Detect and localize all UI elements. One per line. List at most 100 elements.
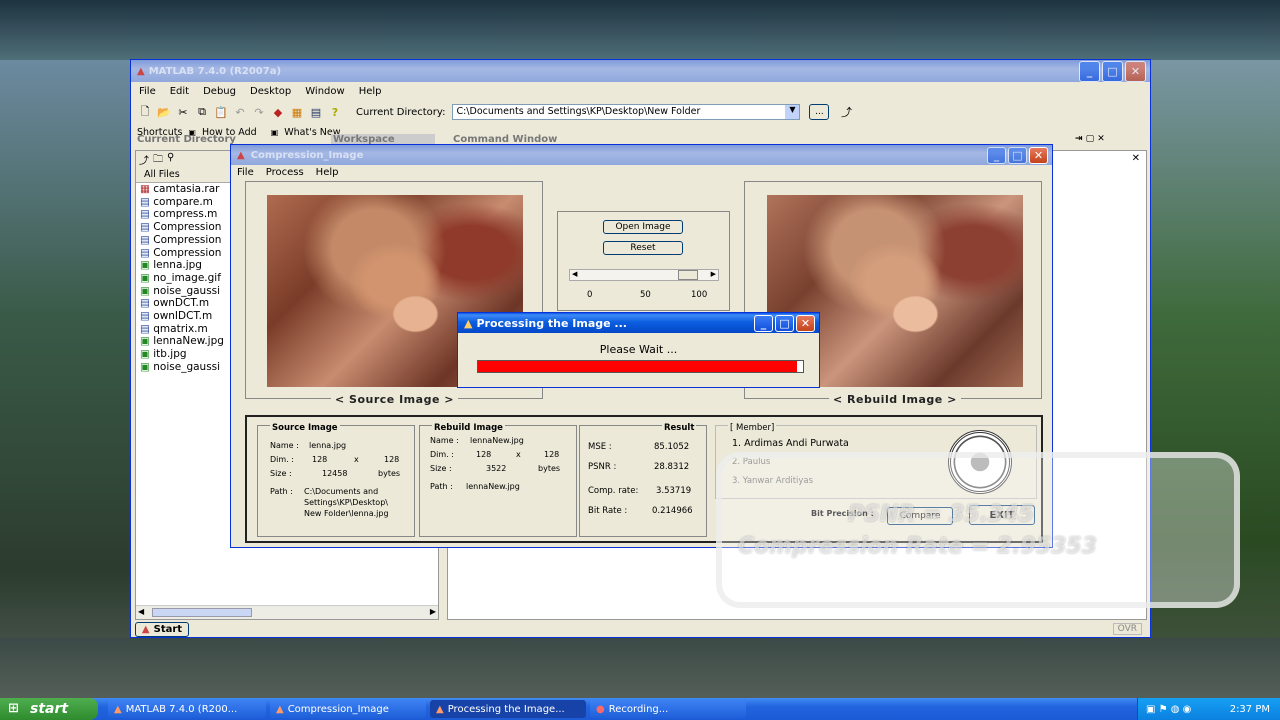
rebuild-size-label: Size : [430, 464, 452, 473]
menu-debug[interactable]: Debug [203, 86, 236, 97]
browse-button[interactable]: ... [809, 104, 830, 120]
rebuild-dim-w: 128 [476, 450, 492, 459]
find-files-icon[interactable]: ⚲ [167, 152, 174, 168]
mse-label: MSE : [588, 442, 612, 452]
matlab-title-bar[interactable]: ▲ MATLAB 7.4.0 (R2007a) _ □ ✕ [131, 60, 1150, 82]
windows-logo-icon: ⊞ [8, 701, 19, 716]
task-matlab[interactable]: ▲ MATLAB 7.4.0 (R200... [108, 700, 266, 718]
current-dir-input[interactable]: C:\Documents and Settings\KP\Desktop\New… [452, 104, 801, 120]
start-menu-button[interactable]: ⊞ start [0, 698, 98, 720]
matlab-status-bar: ▲ Start OVR [131, 620, 1150, 638]
cut-icon[interactable]: ✂ [175, 104, 191, 120]
processing-minimize-button[interactable]: _ [754, 314, 773, 332]
system-tray: ▣ ⚑ ◍ ◉ 2:37 PM [1137, 698, 1280, 720]
up-folder-icon[interactable]: ⤴ [838, 104, 854, 120]
mse-value: 85.1052 [654, 442, 690, 452]
dir-up-icon[interactable]: ⤴ [139, 152, 149, 168]
task-processing-icon: ▲ [436, 703, 444, 715]
processing-close-button[interactable]: ✕ [796, 314, 815, 332]
result-header: Result [662, 423, 697, 433]
command-window-close-icon[interactable]: ✕ [1132, 153, 1140, 164]
open-folder-icon[interactable]: 📂 [156, 104, 172, 120]
processing-dialog: ▲ Processing the Image ... _ □ ✕ Please … [457, 312, 820, 388]
current-dir-value: C:\Documents and Settings\KP\Desktop\New… [456, 106, 701, 117]
source-dim-w: 128 [312, 455, 328, 464]
rebuild-name-label: Name : [430, 436, 459, 445]
slider-right-arrow-icon[interactable]: ▶ [711, 270, 716, 278]
help-icon[interactable]: ? [327, 104, 343, 120]
members-header: [ Member] [728, 423, 777, 433]
overlay-psnr-text: PSNR = 35.345 [848, 502, 1034, 527]
source-size-value: 12458 [322, 469, 348, 478]
menu-help[interactable]: Help [359, 86, 382, 97]
close-button[interactable]: ✕ [1125, 60, 1146, 82]
scroll-right-icon[interactable]: ▶ [430, 607, 436, 616]
menu-file[interactable]: File [139, 86, 156, 97]
annotation-overlay-box: PSNR = 35.345 Compression Rate = 2.95353 [716, 452, 1240, 608]
processing-maximize-button[interactable]: □ [775, 314, 794, 332]
compression-title-bar[interactable]: ▲ Compression_Image _ □ ✕ [231, 145, 1052, 165]
slider-left-arrow-icon[interactable]: ◀ [572, 270, 577, 278]
source-caption: < Source Image > [331, 393, 458, 406]
undo-icon[interactable]: ↶ [232, 104, 248, 120]
bit-rate-value: 0.214966 [652, 506, 693, 516]
profiler-icon[interactable]: ▤ [308, 104, 324, 120]
processing-title-bar[interactable]: ▲ Processing the Image ... _ □ ✕ [458, 313, 819, 333]
compression-menu-bar: File Process Help [231, 165, 1052, 179]
taskbar: ⊞ start ▲ MATLAB 7.4.0 (R200... ▲ Compress… [0, 698, 1280, 720]
task-recording-icon: ● [596, 703, 605, 715]
matlab-title: MATLAB 7.4.0 (R2007a) [148, 65, 282, 77]
slider-tick-50: 50 [640, 290, 651, 300]
scroll-left-icon[interactable]: ◀ [138, 607, 144, 616]
task-processing[interactable]: ▲ Processing the Image... [430, 700, 586, 718]
processing-title: Processing the Image ... [476, 316, 627, 330]
current-directory-panel-title: Current Directory [137, 134, 236, 145]
dropdown-arrow-icon[interactable]: ▼ [785, 105, 800, 119]
horizontal-scrollbar[interactable]: ◀ ▶ [136, 605, 438, 619]
panel-controls-icon[interactable]: ⇥ ▢ ✕ [1075, 134, 1105, 144]
compression-maximize-button[interactable]: □ [1008, 146, 1027, 164]
task-compression[interactable]: ▲ Compression_Image [270, 700, 426, 718]
compression-minimize-button[interactable]: _ [987, 146, 1006, 164]
redo-icon[interactable]: ↷ [251, 104, 267, 120]
start-button[interactable]: ▲ Start [135, 621, 189, 637]
menu-desktop[interactable]: Desktop [250, 86, 291, 97]
whats-new-icon: ▣ [270, 127, 279, 137]
simulink-icon[interactable]: ◆ [270, 104, 286, 120]
progress-bar [477, 360, 804, 373]
menu-process[interactable]: Process [266, 167, 304, 178]
menu-edit[interactable]: Edit [170, 86, 189, 97]
menu-file[interactable]: File [237, 167, 254, 178]
new-folder-icon[interactable]: 🗀 [153, 152, 163, 168]
scroll-thumb[interactable] [152, 608, 252, 617]
compression-close-button[interactable]: ✕ [1029, 146, 1048, 164]
matlab-toolbar: 🗋 📂 ✂ ⧉ 📋 ↶ ↷ ◆ ▦ ▤ ? Current Directory:… [131, 101, 1150, 123]
desktop-background-bottom [0, 638, 1280, 700]
quality-slider[interactable]: ◀ ▶ [569, 269, 719, 281]
member-1: 1. Ardimas Andi Purwata [732, 438, 849, 449]
rebuild-dim-h: 128 [544, 450, 560, 459]
menu-window[interactable]: Window [305, 86, 344, 97]
menu-help[interactable]: Help [316, 167, 339, 178]
psnr-label: PSNR : [588, 462, 617, 472]
tray-icons[interactable]: ▣ ⚑ ◍ ◉ [1146, 704, 1191, 715]
rebuild-path-label: Path : [430, 482, 453, 491]
paste-icon[interactable]: 📋 [213, 104, 229, 120]
guide-icon[interactable]: ▦ [289, 104, 305, 120]
processing-logo-icon: ▲ [464, 316, 473, 330]
reset-button[interactable]: Reset [603, 241, 683, 255]
rebuild-size-value: 3522 [486, 464, 507, 473]
processing-message: Please Wait ... [599, 343, 678, 356]
slider-tick-100: 100 [691, 290, 708, 300]
clock: 2:37 PM [1229, 703, 1270, 715]
copy-icon[interactable]: ⧉ [194, 104, 210, 120]
maximize-button[interactable]: □ [1102, 60, 1123, 82]
new-file-icon[interactable]: 🗋 [137, 104, 153, 120]
matlab-menu-bar: File Edit Debug Desktop Window Help [131, 82, 1150, 101]
task-recording[interactable]: ● Recording... [590, 700, 746, 718]
minimize-button[interactable]: _ [1079, 60, 1100, 82]
open-image-button[interactable]: Open Image [603, 220, 683, 234]
matlab-logo-icon: ▲ [137, 65, 145, 77]
slider-thumb[interactable] [678, 270, 698, 280]
progress-bar-fill [478, 361, 797, 372]
